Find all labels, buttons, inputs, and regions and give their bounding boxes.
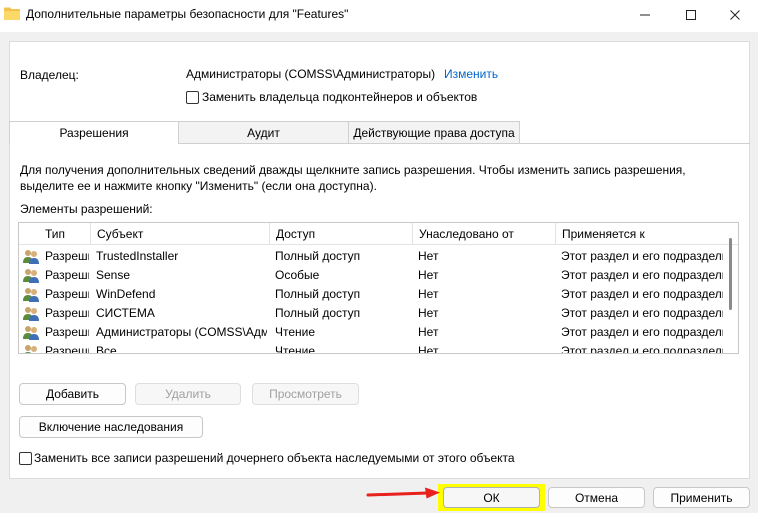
cancel-button[interactable]: Отмена [548, 487, 645, 508]
tab-effective-access[interactable]: Действующие права доступа [348, 121, 520, 143]
cell-applies: Этот раздел и его подразделы [561, 268, 723, 282]
cell-type: Разрешить [45, 325, 89, 339]
folder-icon [4, 7, 20, 20]
column-header-type[interactable]: Тип [39, 223, 90, 245]
replace-child-permissions-label: Заменить все записи разрешений дочернего… [34, 451, 515, 465]
column-header-applies[interactable]: Применяется к [555, 223, 725, 245]
owner-value: Администраторы (COMSS\Администраторы) [186, 67, 436, 81]
replace-owner-checkbox[interactable] [186, 91, 199, 104]
close-icon [730, 10, 740, 20]
user-group-icon [23, 288, 39, 302]
minimize-icon [640, 14, 650, 16]
user-group-icon [23, 269, 39, 283]
cell-access: Чтение [275, 344, 316, 354]
vertical-scrollbar[interactable] [729, 238, 732, 310]
close-button[interactable] [712, 0, 758, 30]
cell-type: Разрешить [45, 287, 89, 301]
column-header-inherited[interactable]: Унаследовано от [412, 223, 555, 245]
cell-applies: Этот раздел и его подразделы [561, 306, 723, 320]
cell-subject: WinDefend [96, 287, 156, 301]
ok-button[interactable]: ОК [443, 487, 540, 508]
replace-owner-label: Заменить владельца подконтейнеров и объе… [202, 90, 478, 104]
enable-inheritance-button[interactable]: Включение наследования [19, 416, 203, 438]
table-row[interactable]: Разрешить TrustedInstaller Полный доступ Не… [19, 247, 729, 266]
column-header-access[interactable]: Доступ [269, 223, 412, 245]
user-group-icon [23, 326, 39, 340]
cell-applies: Этот раздел и его подразделы [561, 249, 723, 263]
description-text: Для получения дополнительных сведений дв… [20, 163, 686, 193]
cell-inherited: Нет [418, 268, 439, 282]
maximize-icon [686, 10, 696, 20]
table-row[interactable]: Разрешить СИСТЕМА Полный доступ Нет Этот раз… [19, 304, 729, 323]
cell-subject: Администраторы (COMSS\Администраторы) [96, 325, 267, 339]
cell-subject: TrustedInstaller [96, 249, 179, 263]
apply-button[interactable]: Применить [653, 487, 750, 508]
cell-access: Чтение [275, 325, 316, 339]
maximize-button[interactable] [668, 0, 714, 30]
table-row[interactable]: Разрешить WinDefend Полный доступ Нет Этот р… [19, 285, 729, 304]
list-header: Тип Субъект Доступ Унаследовано от Приме… [19, 223, 738, 245]
cell-subject: СИСТЕМА [96, 306, 155, 320]
user-group-icon [24, 345, 37, 353]
remove-button[interactable]: Удалить [135, 383, 241, 405]
add-button[interactable]: Добавить [19, 383, 126, 405]
cell-type: Разрешить [45, 344, 89, 354]
table-row[interactable]: Разрешить Sense Особые Нет Этот раздел и его… [19, 266, 729, 285]
change-owner-link[interactable]: Изменить [444, 67, 498, 81]
user-group-icon [23, 250, 39, 264]
replace-child-permissions-checkbox[interactable] [19, 452, 32, 465]
cell-access: Полный доступ [275, 287, 361, 301]
owner-label: Владелец: [20, 68, 79, 82]
permission-entries-label: Элементы разрешений: [20, 202, 153, 216]
cell-inherited: Нет [418, 249, 439, 263]
user-group-icon [23, 307, 39, 321]
tab-label: Аудит [247, 125, 280, 140]
cell-inherited: Нет [418, 344, 439, 354]
cell-access: Особые [275, 268, 320, 282]
cell-applies: Этот раздел и его подразделы [561, 325, 723, 339]
cell-type: Разрешить [45, 306, 89, 320]
table-row[interactable]: Разрешить Администраторы (COMSS\Администр… [19, 323, 729, 342]
tab-label: Действующие права доступа [353, 125, 515, 140]
window-title: Дополнительные параметры безопасности дл… [26, 7, 349, 21]
tab-label: Разрешения [59, 126, 129, 140]
tab-permissions[interactable]: Разрешения [9, 121, 179, 144]
cell-subject: Sense [96, 268, 131, 282]
permission-entries-list[interactable]: Тип Субъект Доступ Унаследовано от Приме… [18, 222, 739, 354]
cell-subject: Все [96, 344, 117, 354]
title-bar: Дополнительные параметры безопасности дл… [0, 0, 758, 32]
cell-access: Полный доступ [275, 306, 361, 320]
cell-inherited: Нет [418, 306, 439, 320]
minimize-button[interactable] [622, 0, 668, 30]
view-button[interactable]: Просмотреть [252, 383, 359, 405]
cell-applies: Этот раздел и его подразделы [561, 344, 723, 354]
cell-type: Разрешить [45, 268, 89, 282]
column-header-subject[interactable]: Субъект [90, 223, 269, 245]
table-row[interactable]: Разрешить Все Чтение Нет Этот раздел и его п… [19, 342, 729, 354]
cell-applies: Этот раздел и его подразделы [561, 287, 723, 301]
cell-access: Полный доступ [275, 249, 361, 263]
red-arrow-annotation [366, 487, 440, 499]
cell-type: Разрешить [45, 249, 89, 263]
tab-audit[interactable]: Аудит [178, 121, 349, 143]
cell-inherited: Нет [418, 325, 439, 339]
cell-inherited: Нет [418, 287, 439, 301]
